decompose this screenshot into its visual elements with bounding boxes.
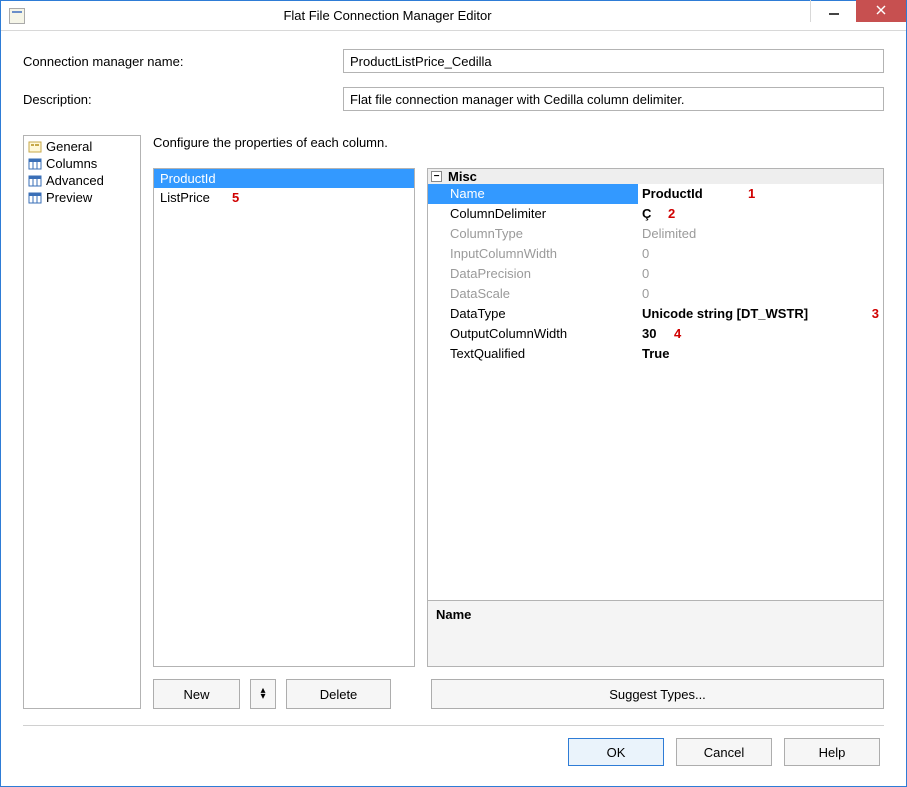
new-dropdown-button[interactable]: ▴▾ <box>250 679 276 709</box>
separator <box>23 725 884 726</box>
close-icon <box>876 4 886 18</box>
titlebar: Flat File Connection Manager Editor <box>1 1 906 31</box>
conn-name-label: Connection manager name: <box>23 54 343 69</box>
prop-value[interactable]: 0 <box>638 284 883 304</box>
description-title: Name <box>436 607 471 622</box>
prop-row-datatype[interactable]: DataType Unicode string [DT_WSTR] 3 <box>428 304 883 324</box>
prop-row-textqualified[interactable]: TextQualified True <box>428 344 883 364</box>
nav-item-preview[interactable]: Preview <box>24 189 140 206</box>
columns-icon <box>28 157 42 171</box>
chevron-updown-icon: ▴▾ <box>260 688 265 700</box>
nav-item-columns[interactable]: Columns <box>24 155 140 172</box>
main-area: General Columns Advanced <box>23 135 884 709</box>
property-description: Name <box>428 600 883 666</box>
prop-label: ColumnType <box>428 224 638 244</box>
property-grid: − Misc Name ProductId 1 <box>427 168 884 667</box>
description-input[interactable] <box>343 87 884 111</box>
prop-label: TextQualified <box>428 344 638 364</box>
minimize-icon <box>829 13 839 15</box>
prop-row-outputcolumnwidth[interactable]: OutputColumnWidth 30 4 <box>428 324 883 344</box>
prop-value[interactable]: 0 <box>638 244 883 264</box>
content-area: Connection manager name: Description: Ge… <box>1 31 906 786</box>
window-title: Flat File Connection Manager Editor <box>25 8 810 23</box>
prop-value[interactable]: Ç 2 <box>638 204 883 224</box>
prop-row-dataprecision[interactable]: DataPrecision 0 <box>428 264 883 284</box>
nav-label: Advanced <box>46 173 104 188</box>
conn-name-input[interactable] <box>343 49 884 73</box>
prop-row-columndelimiter[interactable]: ColumnDelimiter Ç 2 <box>428 204 883 224</box>
mid-row: ProductId ListPrice 5 − Misc <box>153 168 884 667</box>
nav-label: Columns <box>46 156 97 171</box>
help-button[interactable]: Help <box>784 738 880 766</box>
prop-label: ColumnDelimiter <box>428 204 638 224</box>
prop-label: DataType <box>428 304 638 324</box>
column-buttons: New ▴▾ Delete Suggest Types... <box>153 679 884 709</box>
prop-value[interactable]: Delimited <box>638 224 883 244</box>
app-icon <box>9 8 25 24</box>
ok-button[interactable]: OK <box>568 738 664 766</box>
prop-row-columntype[interactable]: ColumnType Delimited <box>428 224 883 244</box>
list-item-label: ListPrice <box>160 190 210 205</box>
prop-value[interactable]: 30 4 <box>638 324 883 344</box>
header-fields: Connection manager name: Description: <box>23 49 884 125</box>
cancel-button[interactable]: Cancel <box>676 738 772 766</box>
instruction-text: Configure the properties of each column. <box>153 135 884 150</box>
nav-label: General <box>46 139 92 154</box>
minimize-button[interactable] <box>810 0 856 22</box>
preview-icon <box>28 191 42 205</box>
window: Flat File Connection Manager Editor Conn… <box>0 0 907 787</box>
prop-row-inputcolumnwidth[interactable]: InputColumnWidth 0 <box>428 244 883 264</box>
annotation-5: 5 <box>232 190 239 205</box>
prop-label: OutputColumnWidth <box>428 324 638 344</box>
general-icon <box>28 140 42 154</box>
prop-row-datascale[interactable]: DataScale 0 <box>428 284 883 304</box>
prop-label: InputColumnWidth <box>428 244 638 264</box>
annotation-2: 2 <box>668 204 675 224</box>
property-category[interactable]: − Misc <box>428 169 883 184</box>
prop-row-name[interactable]: Name ProductId 1 <box>428 184 883 204</box>
category-label: Misc <box>448 169 477 184</box>
nav-panel: General Columns Advanced <box>23 135 141 709</box>
prop-value[interactable]: ProductId 1 <box>638 184 883 204</box>
annotation-4: 4 <box>674 324 681 344</box>
nav-item-general[interactable]: General <box>24 138 140 155</box>
annotation-1: 1 <box>748 184 755 204</box>
annotation-3: 3 <box>872 304 879 324</box>
prop-value[interactable]: True <box>638 344 883 364</box>
right-area: Configure the properties of each column.… <box>153 135 884 709</box>
advanced-icon <box>28 174 42 188</box>
nav-label: Preview <box>46 190 92 205</box>
prop-label: DataScale <box>428 284 638 304</box>
description-label: Description: <box>23 92 343 107</box>
collapse-icon[interactable]: − <box>431 171 442 182</box>
prop-label: Name <box>428 184 638 204</box>
prop-value[interactable]: Unicode string [DT_WSTR] 3 <box>638 304 883 324</box>
columns-listbox[interactable]: ProductId ListPrice 5 <box>153 168 415 667</box>
prop-value[interactable]: 0 <box>638 264 883 284</box>
new-button[interactable]: New <box>153 679 240 709</box>
property-grid-body: − Misc Name ProductId 1 <box>428 169 883 600</box>
close-button[interactable] <box>856 0 906 22</box>
list-item[interactable]: ProductId <box>154 169 414 188</box>
list-item[interactable]: ListPrice 5 <box>154 188 414 207</box>
list-item-label: ProductId <box>160 171 216 186</box>
nav-item-advanced[interactable]: Advanced <box>24 172 140 189</box>
prop-label: DataPrecision <box>428 264 638 284</box>
dialog-buttons: OK Cancel Help <box>23 738 884 772</box>
suggest-types-button[interactable]: Suggest Types... <box>431 679 884 709</box>
window-buttons <box>810 1 906 30</box>
delete-button[interactable]: Delete <box>286 679 391 709</box>
